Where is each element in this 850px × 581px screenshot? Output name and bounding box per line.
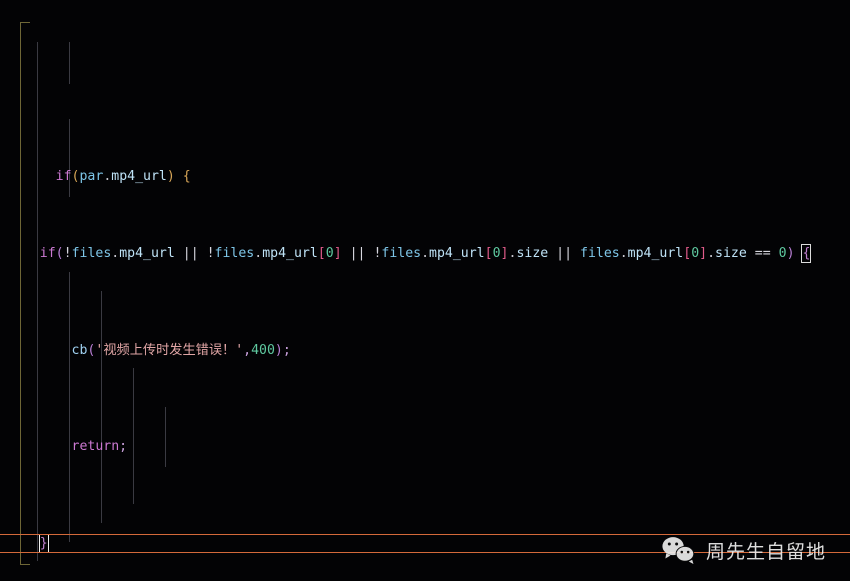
matching-brace-highlight: { — [801, 244, 812, 264]
watermark: 周先生自留地 — [662, 535, 826, 565]
code-line[interactable]: if(par.mp4_url) { — [0, 148, 850, 184]
watermark-label: 周先生自留地 — [705, 540, 826, 563]
wechat-icon — [662, 537, 695, 565]
code-line[interactable]: cb('视频上传时发生错误！',400); — [0, 341, 850, 360]
code-line[interactable]: } — [0, 64, 850, 70]
code-line[interactable]: if(!files.mp4_url || !files.mp4_url[0] |… — [0, 244, 850, 264]
text-cursor: } — [38, 533, 49, 553]
code-line[interactable]: return; — [0, 437, 850, 456]
code-editor[interactable]: } if(par.mp4_url) { if(!files.mp4_url ||… — [0, 0, 850, 581]
code-lines-container[interactable]: } if(par.mp4_url) { if(!files.mp4_url ||… — [0, 0, 850, 581]
